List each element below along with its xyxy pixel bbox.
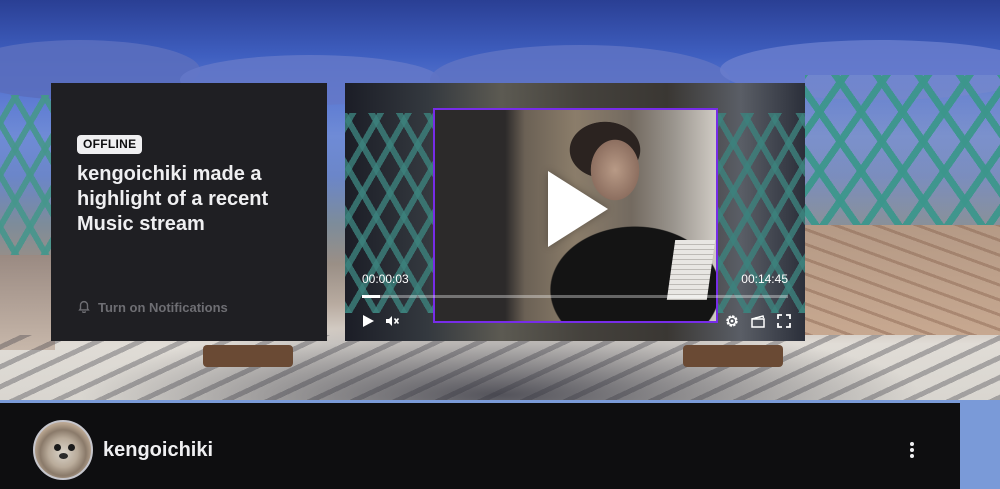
fullscreen-button[interactable]: [775, 312, 793, 330]
channel-info-bar: kengoichiki: [0, 403, 960, 489]
seek-bar[interactable]: [362, 295, 788, 298]
current-time: 00:00:03: [362, 272, 409, 286]
offline-info-card: OFFLINE kengoichiki made a highlight of …: [51, 83, 327, 341]
volume-muted-icon: [386, 316, 400, 326]
duration: 00:14:45: [741, 272, 788, 286]
clip-button[interactable]: [749, 312, 767, 330]
seek-bar-fill: [362, 295, 380, 298]
bell-icon: [77, 299, 91, 316]
settings-button[interactable]: [723, 312, 741, 330]
play-overlay-icon[interactable]: [548, 171, 608, 247]
video-player[interactable]: 00:00:03 00:14:45: [345, 83, 805, 341]
clapperboard-icon: [751, 315, 765, 328]
more-options-button[interactable]: [902, 439, 922, 461]
gear-icon: [726, 315, 738, 327]
avatar[interactable]: [33, 420, 93, 480]
play-button[interactable]: [359, 312, 377, 330]
notifications-label: Turn on Notifications: [98, 300, 228, 315]
play-icon: [363, 315, 374, 327]
mute-button[interactable]: [383, 312, 401, 330]
more-vertical-icon: [910, 442, 914, 446]
fullscreen-icon: [777, 314, 791, 328]
turn-on-notifications-button[interactable]: Turn on Notifications: [77, 299, 228, 316]
offline-badge: OFFLINE: [77, 135, 143, 154]
channel-name[interactable]: kengoichiki: [103, 439, 213, 462]
highlight-headline: kengoichiki made a highlight of a recent…: [77, 163, 269, 235]
